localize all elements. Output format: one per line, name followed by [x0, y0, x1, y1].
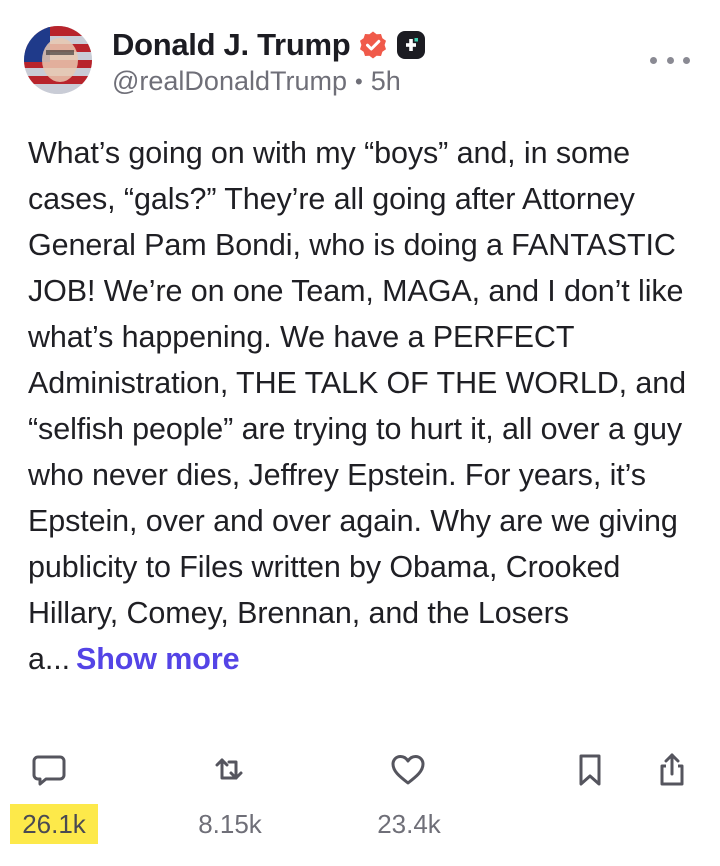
more-dot [650, 56, 657, 64]
post-text: What’s going on with my “boys” and, in s… [28, 136, 686, 676]
more-options-icon[interactable] [650, 50, 690, 70]
timestamp[interactable]: 5h [371, 66, 401, 97]
more-dot [666, 56, 674, 64]
display-name[interactable]: Donald J. Trump [112, 27, 351, 63]
truth-post: Donald J. Trump @realDonaldTrump • 5h Wh… [0, 0, 720, 866]
handle[interactable]: @realDonaldTrump [112, 66, 347, 97]
avatar-image [24, 26, 92, 94]
share-icon[interactable] [650, 748, 694, 792]
author-name-row: Donald J. Trump [112, 26, 426, 64]
verified-badge-icon [358, 30, 388, 60]
bookmark-icon[interactable] [568, 748, 612, 792]
more-dot [683, 56, 690, 64]
author-handle-row: @realDonaldTrump • 5h [112, 66, 401, 97]
reply-count: 26.1k [10, 804, 98, 844]
show-more-link[interactable]: Show more [76, 642, 240, 676]
truth-plus-badge-icon [396, 30, 426, 60]
like-count: 23.4k [377, 809, 441, 839]
avatar[interactable] [24, 26, 92, 94]
action-bar: 26.1k 8.15k 23.4k [0, 748, 720, 866]
retruth-icon[interactable] [207, 748, 251, 792]
reply-icon[interactable] [27, 748, 71, 792]
like-icon[interactable] [386, 748, 430, 792]
separator-dot: • [355, 68, 363, 94]
retruth-count: 8.15k [198, 809, 262, 839]
post-body: What’s going on with my “boys” and, in s… [28, 130, 698, 682]
